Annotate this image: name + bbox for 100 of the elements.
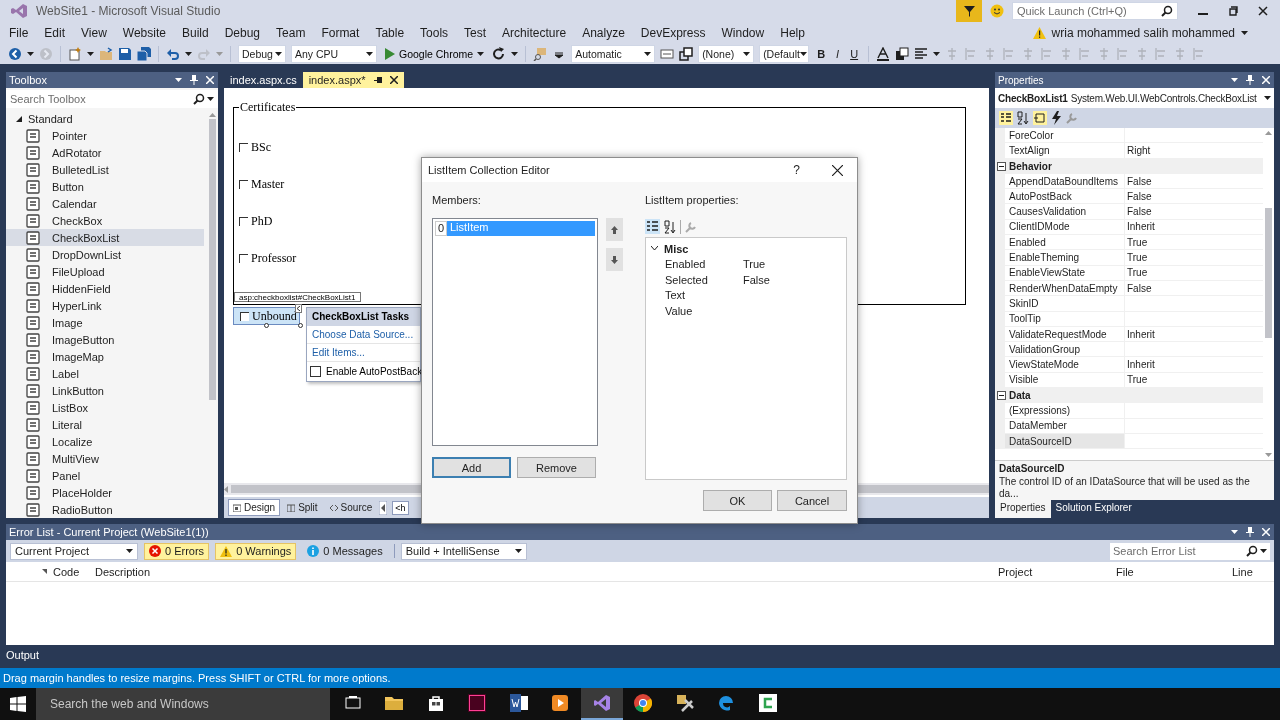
menu-item[interactable]: Help <box>772 24 813 42</box>
pin-icon[interactable] <box>1246 527 1254 537</box>
pin-icon[interactable] <box>373 75 382 85</box>
ok-button[interactable]: OK <box>703 490 772 511</box>
search-icon[interactable] <box>1161 5 1173 17</box>
caret-icon[interactable] <box>511 52 519 56</box>
categorized-icon[interactable] <box>645 219 660 234</box>
link[interactable]: Choose Data Source... <box>307 326 420 344</box>
back-icon[interactable] <box>8 47 22 61</box>
checkbox-list-control[interactable]: Unbound <box>233 307 300 325</box>
filter-button[interactable]: 0 Errors <box>144 542 210 560</box>
property-name[interactable]: TextAlign <box>1005 143 1125 159</box>
property-name[interactable]: Text <box>646 289 743 302</box>
toolbox-item[interactable]: RadioButton <box>6 501 204 518</box>
menu-item[interactable]: Format <box>313 24 368 42</box>
column-header[interactable]: Project <box>996 565 1114 578</box>
toolbox-item[interactable]: Localize <box>6 433 204 450</box>
format-button[interactable]: U <box>847 48 862 60</box>
refresh-icon[interactable] <box>492 47 507 61</box>
move-down-button[interactable] <box>606 248 623 271</box>
caret-icon[interactable] <box>275 52 282 56</box>
menu-item[interactable]: Team <box>268 24 314 42</box>
close-icon[interactable] <box>389 76 398 84</box>
toolbox-item[interactable]: HyperLink <box>6 297 204 314</box>
move-up-button[interactable] <box>606 218 623 241</box>
property-value[interactable]: Right <box>1125 143 1263 159</box>
alphabetical-icon[interactable] <box>1016 111 1030 125</box>
dropdown[interactable]: (None) <box>698 45 755 63</box>
toolbox-item[interactable]: MultiView <box>6 450 204 467</box>
caret-icon[interactable] <box>1264 96 1271 100</box>
browse-icon[interactable] <box>533 47 548 61</box>
toolbox-item[interactable]: Label <box>6 365 204 382</box>
menu-item[interactable]: Edit <box>36 24 74 42</box>
link[interactable]: Edit Items... <box>307 344 420 362</box>
alphabetical-icon[interactable] <box>663 219 677 234</box>
quick-launch-field[interactable]: Quick Launch (Ctrl+Q) <box>1012 2 1178 20</box>
column-header[interactable]: Code <box>51 565 93 578</box>
filter-button[interactable]: 0 Warnings <box>215 542 297 560</box>
remove-button[interactable]: Remove <box>517 457 596 478</box>
toolbox-item[interactable]: ImageMap <box>6 348 204 365</box>
help-button[interactable]: ? <box>793 163 800 177</box>
source-dropdown[interactable]: Build + IntelliSense <box>400 542 527 560</box>
checkbox[interactable] <box>240 311 249 321</box>
property-category[interactable]: Data <box>995 388 1263 404</box>
dropdown[interactable]: (Default <box>759 45 810 63</box>
caret-icon[interactable] <box>644 52 652 56</box>
caret-icon[interactable] <box>743 52 751 56</box>
property-name[interactable]: ForeColor <box>1005 128 1125 144</box>
close-icon[interactable] <box>1258 6 1268 16</box>
members-list[interactable]: 0 ListItem <box>432 218 598 446</box>
checkbox[interactable] <box>310 366 321 377</box>
properties-icon[interactable] <box>1033 111 1047 125</box>
column-header[interactable]: Description <box>93 565 996 578</box>
toolbox-item[interactable]: Button <box>6 178 204 195</box>
warning-icon[interactable] <box>1032 27 1046 39</box>
caret-icon[interactable] <box>366 52 373 56</box>
toolbox-item[interactable]: Pointer <box>6 127 204 144</box>
scroll-up-icon[interactable] <box>208 113 216 117</box>
font-color-icon[interactable] <box>876 47 891 61</box>
caret-icon[interactable] <box>1231 530 1238 534</box>
lightning-icon[interactable] <box>1050 111 1062 125</box>
tree-group[interactable]: Standard <box>6 110 206 127</box>
property-value[interactable]: False <box>1125 204 1263 220</box>
toolbox-item[interactable]: HiddenField <box>6 280 204 297</box>
toolbox-item[interactable]: Panel <box>6 467 204 484</box>
overlap-icon[interactable] <box>679 47 694 61</box>
toolbox-item[interactable]: CheckBoxList <box>6 229 204 246</box>
toolbox-item[interactable]: Calendar <box>6 195 204 212</box>
collapse-icon[interactable] <box>997 161 1006 171</box>
property-name[interactable]: Selected <box>646 273 743 286</box>
search-field[interactable]: Search Toolbox <box>6 90 218 108</box>
caret-icon[interactable] <box>514 549 522 553</box>
menu-item[interactable]: Test <box>456 24 495 42</box>
view-tab[interactable]: Split <box>282 499 323 516</box>
collapse-icon[interactable] <box>997 391 1006 401</box>
menu-item[interactable]: Build <box>173 24 217 42</box>
caret-icon[interactable] <box>1231 78 1238 82</box>
align-left-icon[interactable] <box>914 47 929 61</box>
menu-item[interactable]: DevExpress <box>632 24 714 42</box>
close-icon[interactable] <box>832 164 843 176</box>
toolbox-item[interactable]: BulletedList <box>6 161 204 178</box>
property-value[interactable]: True <box>1125 250 1263 266</box>
toolbox-item[interactable]: FileUpload <box>6 263 204 280</box>
column-header[interactable]: Line <box>1230 565 1274 578</box>
property-name[interactable]: ViewStateMode <box>1005 357 1125 373</box>
caret-icon[interactable] <box>126 549 133 553</box>
property-name[interactable]: (Expressions) <box>1005 403 1125 419</box>
object-selector[interactable]: CheckBoxList1 System.Web.UI.WebControls.CheckBoxList <box>995 88 1274 108</box>
property-grid[interactable]: Misc Enabled True Selected False Text Value <box>645 237 847 480</box>
menu-item[interactable]: Tools <box>412 24 457 42</box>
toolbox-item[interactable]: ImageButton <box>6 331 204 348</box>
caret-icon[interactable] <box>1241 31 1248 35</box>
categorized-icon[interactable] <box>999 111 1013 125</box>
pin-icon[interactable] <box>190 75 198 85</box>
property-value[interactable]: Inherit <box>1125 357 1263 373</box>
caret-icon[interactable] <box>1260 548 1267 553</box>
cancel-button[interactable]: Cancel <box>777 490 847 511</box>
windows-logo-icon[interactable] <box>10 696 26 712</box>
dropdown[interactable]: Any CPU <box>291 45 377 63</box>
property-name[interactable]: AutoPostBack <box>1005 189 1125 205</box>
